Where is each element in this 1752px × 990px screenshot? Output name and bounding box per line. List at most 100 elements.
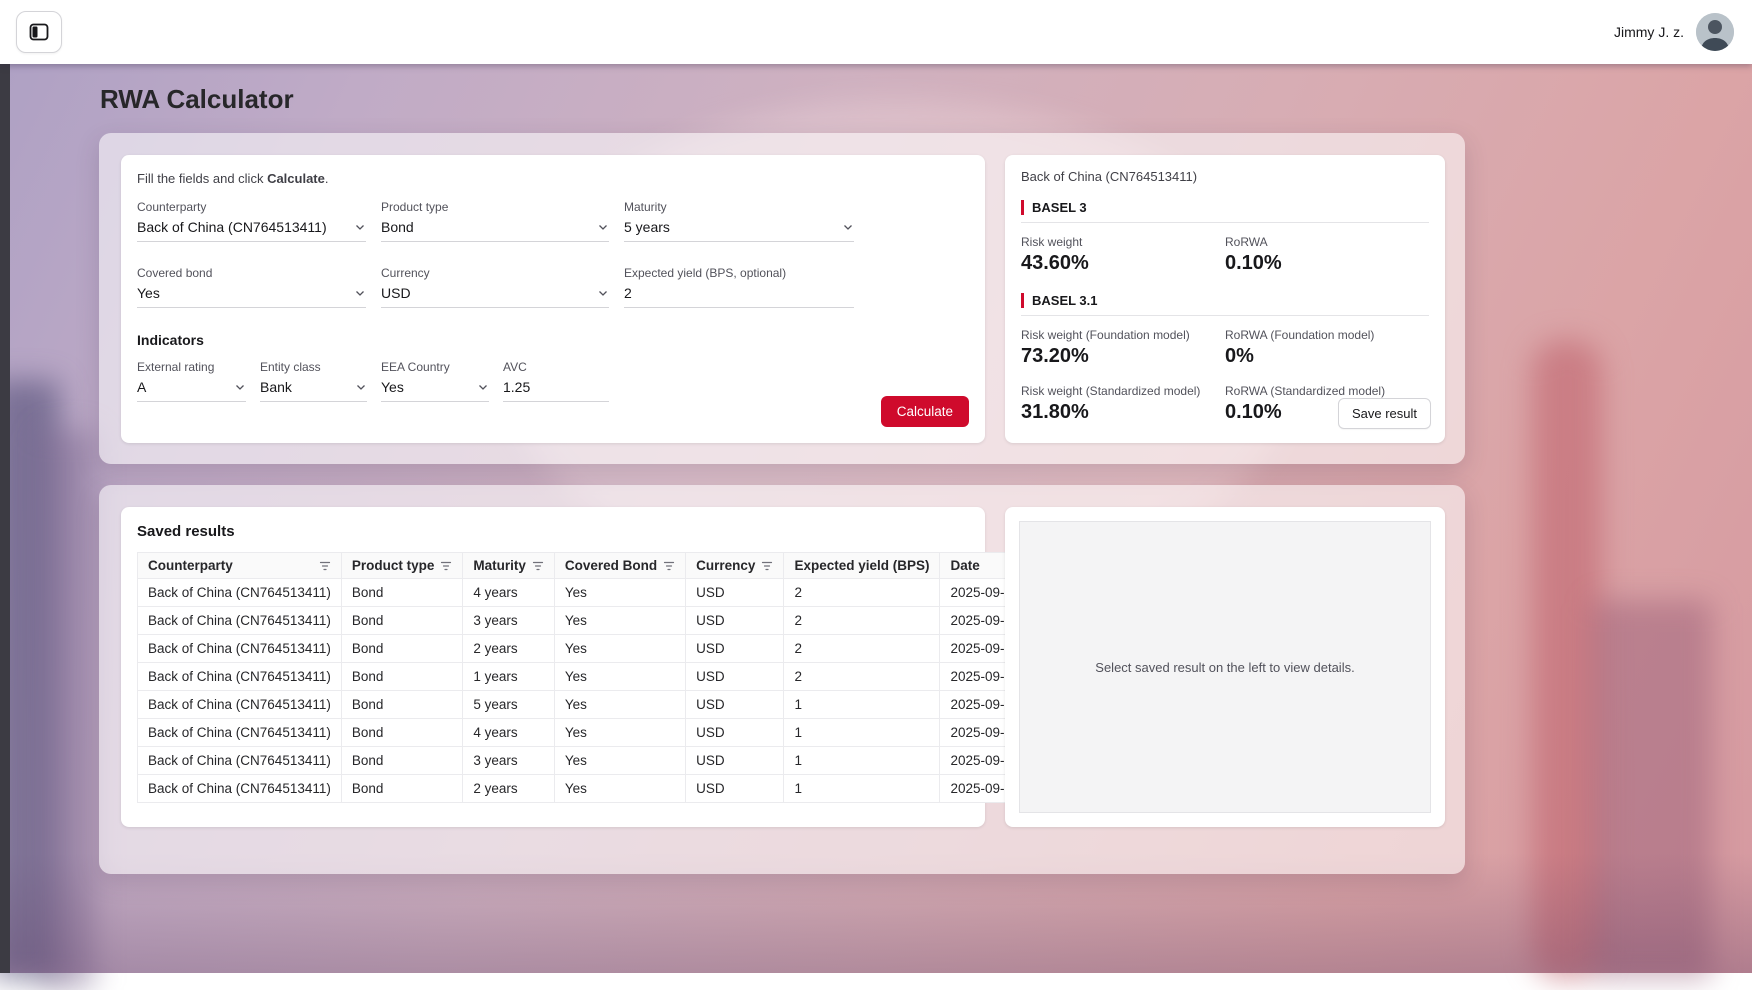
metric-risk-weight-standardized: Risk weight (Standardized model) 31.80% — [1021, 384, 1225, 424]
table-row[interactable]: Back of China (CN764513411)Bond4 yearsYe… — [138, 579, 1068, 607]
eea-country-select[interactable]: Yes — [381, 379, 489, 402]
field-covered-bond: Covered bond Yes — [137, 266, 366, 308]
calculator-panel: Fill the fields and click Calculate. Cou… — [99, 133, 1465, 464]
chevron-down-icon — [355, 381, 367, 393]
column-header-label: Currency — [696, 558, 755, 573]
table-cell: USD — [686, 691, 784, 719]
avc-input[interactable]: 1.25 — [503, 379, 609, 402]
metric-risk-weight: Risk weight 43.60% — [1021, 235, 1225, 275]
save-result-button[interactable]: Save result — [1338, 398, 1431, 429]
table-cell: Bond — [341, 719, 463, 747]
table-cell: 3 years — [463, 747, 555, 775]
indicators-title: Indicators — [137, 332, 969, 348]
column-header-label: Product type — [352, 558, 435, 573]
external-rating-select[interactable]: A — [137, 379, 246, 402]
column-header[interactable]: Expected yield (BPS) — [784, 553, 940, 579]
avatar[interactable] — [1696, 13, 1734, 51]
collapsed-sidebar-strip — [0, 64, 10, 973]
maturity-select[interactable]: 5 years — [624, 219, 854, 242]
filter-icon[interactable] — [532, 560, 544, 572]
column-header[interactable]: Counterparty — [138, 553, 342, 579]
form-instruction: Fill the fields and click Calculate. — [137, 171, 969, 186]
table-cell: 3 years — [463, 607, 555, 635]
table-cell: 1 — [784, 747, 940, 775]
table-cell: 1 — [784, 775, 940, 803]
table-row[interactable]: Back of China (CN764513411)Bond3 yearsYe… — [138, 747, 1068, 775]
table-row[interactable]: Back of China (CN764513411)Bond3 yearsYe… — [138, 607, 1068, 635]
sidebar-toggle-button[interactable] — [16, 11, 62, 53]
column-header-label: Counterparty — [148, 558, 233, 573]
column-header-label: Expected yield (BPS) — [794, 558, 929, 573]
calculate-button[interactable]: Calculate — [881, 396, 969, 427]
table-cell: Bond — [341, 747, 463, 775]
form-card: Fill the fields and click Calculate. Cou… — [121, 155, 985, 443]
table-cell: Back of China (CN764513411) — [138, 635, 342, 663]
chevron-down-icon — [597, 221, 609, 233]
table-cell: USD — [686, 747, 784, 775]
column-header-label: Maturity — [473, 558, 526, 573]
table-cell: USD — [686, 579, 784, 607]
filter-icon[interactable] — [319, 560, 331, 572]
field-label: Counterparty — [137, 200, 366, 214]
column-header[interactable]: Product type — [341, 553, 463, 579]
table-cell: Bond — [341, 663, 463, 691]
table-row[interactable]: Back of China (CN764513411)Bond2 yearsYe… — [138, 775, 1068, 803]
field-label: Currency — [381, 266, 609, 280]
table-cell: Back of China (CN764513411) — [138, 663, 342, 691]
covered-bond-select[interactable]: Yes — [137, 285, 366, 308]
entity-class-select[interactable]: Bank — [260, 379, 367, 402]
results-title: Back of China (CN764513411) — [1021, 169, 1429, 184]
field-entity-class: Entity class Bank — [260, 360, 367, 402]
column-header[interactable]: Maturity — [463, 553, 555, 579]
filter-icon[interactable] — [761, 560, 773, 572]
saved-results-panel: Saved results CounterpartyProduct typeMa… — [99, 485, 1465, 874]
table-cell: 1 — [784, 719, 940, 747]
product-type-select[interactable]: Bond — [381, 219, 609, 242]
table-cell: Yes — [554, 747, 685, 775]
table-cell: Bond — [341, 691, 463, 719]
basel3-heading: BASEL 3 — [1021, 200, 1429, 215]
currency-select[interactable]: USD — [381, 285, 609, 308]
column-header-label: Covered Bond — [565, 558, 657, 573]
filter-icon[interactable] — [663, 560, 675, 572]
table-cell: Back of China (CN764513411) — [138, 747, 342, 775]
table-row[interactable]: Back of China (CN764513411)Bond4 yearsYe… — [138, 719, 1068, 747]
filter-icon[interactable] — [440, 560, 452, 572]
field-label: Entity class — [260, 360, 367, 374]
table-row[interactable]: Back of China (CN764513411)Bond2 yearsYe… — [138, 635, 1068, 663]
expected-yield-input[interactable]: 2 — [624, 285, 854, 308]
chevron-down-icon — [354, 221, 366, 233]
basel31-heading: BASEL 3.1 — [1021, 293, 1429, 308]
table-cell: Bond — [341, 775, 463, 803]
table-cell: Bond — [341, 607, 463, 635]
field-external-rating: External rating A — [137, 360, 246, 402]
field-expected-yield: Expected yield (BPS, optional) 2 — [624, 266, 854, 308]
chevron-down-icon — [477, 381, 489, 393]
table-cell: USD — [686, 775, 784, 803]
column-header-label: Date — [950, 558, 979, 573]
counterparty-select[interactable]: Back of China (CN764513411) — [137, 219, 366, 242]
results-card: Back of China (CN764513411) BASEL 3 Risk… — [1005, 155, 1445, 443]
table-cell: Yes — [554, 719, 685, 747]
table-cell: USD — [686, 635, 784, 663]
column-header[interactable]: Covered Bond — [554, 553, 685, 579]
table-row[interactable]: Back of China (CN764513411)Bond5 yearsYe… — [138, 691, 1068, 719]
table-cell: USD — [686, 663, 784, 691]
details-card: Select saved result on the left to view … — [1005, 507, 1445, 827]
field-label: Product type — [381, 200, 609, 214]
table-cell: 2 — [784, 607, 940, 635]
table-row[interactable]: Back of China (CN764513411)Bond1 yearsYe… — [138, 663, 1068, 691]
user-name: Jimmy J. z. — [1614, 24, 1684, 40]
details-placeholder-panel: Select saved result on the left to view … — [1019, 521, 1431, 813]
field-maturity: Maturity 5 years — [624, 200, 854, 242]
field-label: Expected yield (BPS, optional) — [624, 266, 854, 280]
table-cell: Yes — [554, 663, 685, 691]
column-header[interactable]: Currency — [686, 553, 784, 579]
table-cell: 1 years — [463, 663, 555, 691]
table-cell: USD — [686, 719, 784, 747]
saved-results-table: Counterparty Product type Maturity Covered … — [137, 552, 1068, 803]
metric-rorwa: RoRWA 0.10% — [1225, 235, 1429, 275]
table-header-row: Counterparty Product type Maturity Covered … — [138, 553, 1068, 579]
table-cell: 1 — [784, 691, 940, 719]
field-eea-country: EEA Country Yes — [381, 360, 489, 402]
